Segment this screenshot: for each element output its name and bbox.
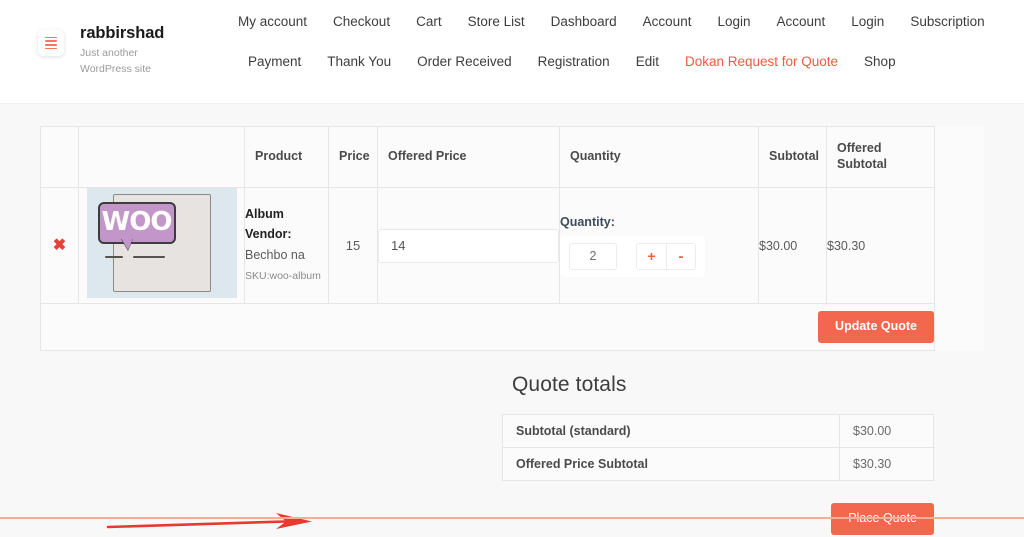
nav-item-login-2[interactable]: Login — [851, 15, 884, 29]
nav-item-thank-you[interactable]: Thank You — [327, 55, 391, 69]
totals-row-subtotal: Subtotal (standard) $30.00 — [503, 415, 934, 448]
bottom-accent-rule — [0, 517, 1024, 519]
nav-row-secondary: Payment Thank You Order Received Registr… — [238, 55, 1024, 69]
quantity-increment-button[interactable]: + — [637, 244, 666, 269]
quote-items-table: Product Price Offered Price Quantity Sub… — [40, 126, 935, 351]
col-header-product: Product — [245, 127, 329, 188]
col-header-remove — [41, 127, 79, 188]
album-scribble-album — [133, 256, 165, 258]
col-header-offered-price: Offered Price — [378, 127, 560, 188]
site-tagline: Just another WordPress site — [80, 46, 185, 78]
nav-item-registration[interactable]: Registration — [538, 55, 610, 69]
place-quote-row: Place Quote — [40, 503, 934, 537]
remove-item-icon[interactable]: ✖ — [53, 238, 66, 254]
offered-price-cell — [378, 188, 560, 304]
totals-value-subtotal: $30.00 — [840, 415, 934, 448]
main-content: Product Price Offered Price Quantity Sub… — [0, 126, 1024, 537]
nav-item-dokan-request-for-quote[interactable]: Dokan Request for Quote — [685, 55, 838, 69]
hamburger-bars — [45, 37, 57, 49]
nav-item-edit[interactable]: Edit — [636, 55, 659, 69]
brand-block: rabbirshad Just another WordPress site — [38, 0, 238, 77]
table-header-row: Product Price Offered Price Quantity Sub… — [41, 127, 935, 188]
nav-item-checkout[interactable]: Checkout — [333, 15, 390, 29]
row-subtotal: $30.00 — [759, 188, 827, 304]
nav-item-cart[interactable]: Cart — [416, 15, 442, 29]
product-thumbnail-image[interactable]: WOO — [87, 188, 237, 298]
product-price: 15 — [329, 188, 378, 304]
nav-item-account-2[interactable]: Account — [777, 15, 826, 29]
col-header-thumbnail — [79, 127, 245, 188]
col-header-price: Price — [329, 127, 378, 188]
vendor-label: Vendor: — [245, 227, 292, 241]
nav-item-order-received[interactable]: Order Received — [417, 55, 512, 69]
product-name[interactable]: Album — [245, 204, 328, 225]
nav-item-store-list[interactable]: Store List — [468, 15, 525, 29]
woo-logo-bubble: WOO — [98, 202, 176, 244]
quantity-input[interactable] — [569, 243, 617, 270]
nav-item-subscription[interactable]: Subscription — [910, 15, 984, 29]
nav-item-payment[interactable]: Payment — [248, 55, 301, 69]
main-navigation: My account Checkout Cart Store List Dash… — [238, 0, 1024, 68]
remove-item-cell[interactable]: ✖ — [41, 188, 79, 304]
woo-bubble-tail — [121, 238, 133, 250]
update-quote-button[interactable]: Update Quote — [818, 311, 934, 343]
totals-label-subtotal: Subtotal (standard) — [503, 415, 840, 448]
quantity-cell: Quantity: + - — [560, 188, 759, 304]
offered-price-input[interactable] — [378, 229, 559, 263]
table-row: ✖ WOO Album Vendor: — [41, 188, 935, 304]
totals-value-offered-subtotal: $30.30 — [840, 448, 934, 481]
nav-item-login-1[interactable]: Login — [717, 15, 750, 29]
nav-item-my-account[interactable]: My account — [238, 15, 307, 29]
quote-table-container: Product Price Offered Price Quantity Sub… — [40, 126, 984, 351]
col-header-quantity: Quantity — [560, 127, 759, 188]
nav-item-dashboard[interactable]: Dashboard — [551, 15, 617, 29]
red-arrow-annotation-icon — [106, 511, 346, 533]
hamburger-menu-icon[interactable] — [38, 30, 64, 56]
totals-label-offered-subtotal: Offered Price Subtotal — [503, 448, 840, 481]
quantity-stepper: + - — [560, 236, 705, 277]
col-header-offered-subtotal: Offered Subtotal — [827, 127, 935, 188]
nav-row-primary: My account Checkout Cart Store List Dash… — [238, 15, 1024, 29]
product-sku: SKU:woo-album — [245, 267, 328, 287]
product-thumbnail-cell: WOO — [79, 188, 245, 304]
quote-totals-table: Subtotal (standard) $30.00 Offered Price… — [502, 414, 934, 481]
quote-totals-title: Quote totals — [512, 373, 934, 397]
product-info-cell: Album Vendor: Bechbo na SKU:woo-album — [245, 188, 329, 304]
nav-item-account-1[interactable]: Account — [643, 15, 692, 29]
quantity-decrement-button[interactable]: - — [666, 244, 695, 269]
table-footer-row: Update Quote — [41, 304, 935, 351]
totals-row-offered-subtotal: Offered Price Subtotal $30.30 — [503, 448, 934, 481]
vendor-name[interactable]: Bechbo na — [245, 248, 305, 262]
row-offered-subtotal: $30.30 — [827, 188, 935, 304]
quote-totals-section: Quote totals Subtotal (standard) $30.00 … — [40, 373, 934, 481]
site-title[interactable]: rabbirshad — [80, 24, 185, 43]
col-header-subtotal: Subtotal — [759, 127, 827, 188]
album-scribble-the — [105, 256, 123, 258]
nav-item-shop[interactable]: Shop — [864, 55, 896, 69]
site-header: rabbirshad Just another WordPress site M… — [0, 0, 1024, 104]
quantity-label: Quantity: — [560, 215, 758, 229]
update-quote-cell: Update Quote — [41, 304, 935, 351]
